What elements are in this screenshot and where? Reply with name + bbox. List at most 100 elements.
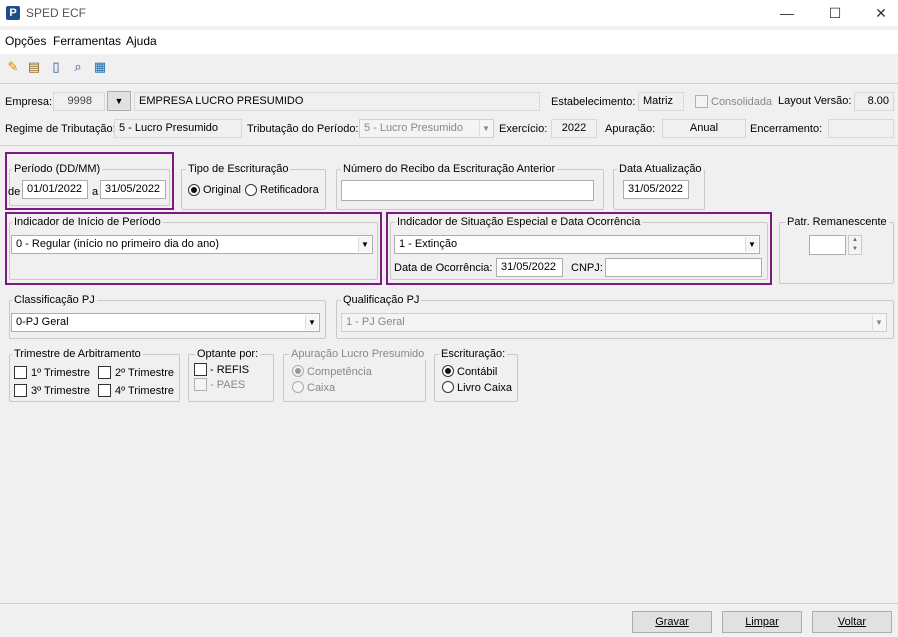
empresa-name-field: EMPRESA LUCRO PRESUMIDO [134, 92, 540, 111]
periodo-title: Período (DD/MM) [12, 163, 103, 175]
trimestre-3-checkbox[interactable] [14, 384, 27, 397]
escrituracao-title: Escrituração: [439, 348, 508, 360]
trimestre-title: Trimestre de Arbitramento [12, 348, 143, 360]
apuracao-field: Anual [662, 119, 746, 138]
data-ocorrencia-label: Data de Ocorrência: [394, 262, 493, 274]
situacao-especial-select[interactable]: 1 - Extinção ▼ [394, 235, 760, 254]
empresa-dropdown-button[interactable]: ▼ [107, 91, 131, 111]
minimize-button[interactable]: — [764, 0, 810, 26]
chevron-down-icon[interactable]: ▼ [745, 237, 758, 252]
gravar-label: Gravar [655, 616, 689, 628]
situacao-especial-value: 1 - Extinção [399, 238, 458, 250]
apuracao-label: Apuração: [605, 123, 656, 135]
chevron-down-icon[interactable]: ▼ [358, 237, 371, 252]
escrituracao-group [434, 354, 518, 402]
qualificacao-select[interactable]: 1 - PJ Geral ▼ [341, 313, 887, 332]
chevron-down-icon[interactable]: ▼ [479, 121, 492, 136]
voltar-label: Voltar [837, 616, 867, 628]
caixa-label: Caixa [307, 382, 336, 394]
layout-versao-label: Layout Versão: [778, 95, 852, 107]
caixa-radio[interactable] [292, 381, 304, 393]
trimestre-4-label: 4º Trimestre [115, 385, 175, 397]
recibo-title: Número do Recibo da Escrituração Anterio… [341, 163, 558, 175]
properties-icon[interactable]: ▤ [26, 59, 42, 75]
estabelecimento-field: Matriz [638, 92, 684, 111]
estabelecimento-label: Estabelecimento: [551, 96, 636, 108]
app-logo-icon: P [6, 6, 20, 20]
cnpj-label: CNPJ: [571, 262, 603, 274]
exercicio-field: 2022 [551, 119, 597, 138]
trimestre-3-label: 3º Trimestre [31, 385, 91, 397]
trimestre-2-label: 2º Trimestre [115, 367, 175, 379]
document-icon[interactable]: ▯ [48, 59, 64, 75]
empresa-label: Empresa: [5, 96, 53, 108]
tributacao-label: Tributação do Período: [247, 123, 359, 135]
competencia-radio[interactable] [292, 365, 304, 377]
qualificacao-value: 1 - PJ Geral [346, 316, 405, 328]
data-ocorrencia-input[interactable]: 31/05/2022 [496, 258, 563, 277]
refis-label: - REFIS [210, 364, 250, 376]
livro-caixa-label: Livro Caixa [457, 382, 513, 394]
periodo-a-input[interactable]: 31/05/2022 [100, 180, 166, 199]
indicador-inicio-value: 0 - Regular (início no primeiro dia do a… [16, 238, 219, 250]
patr-spinner[interactable]: ▲ ▼ [848, 235, 862, 255]
menu-opcoes[interactable]: Opções [5, 34, 46, 48]
gravar-button[interactable]: Gravar [632, 611, 712, 633]
chevron-down-icon[interactable]: ▼ [872, 315, 885, 330]
tributacao-select[interactable]: 5 - Lucro Presumido ▼ [359, 119, 494, 138]
indicador-inicio-title: Indicador de Início de Período [12, 216, 163, 228]
encerramento-label: Encerramento: [750, 123, 823, 135]
chevron-down-icon[interactable]: ▼ [305, 315, 318, 330]
menu-ajuda[interactable]: Ajuda [126, 34, 157, 48]
footer-divider [0, 603, 898, 604]
trimestre-1-checkbox[interactable] [14, 366, 27, 379]
consolidada-label: Consolidada [711, 96, 773, 108]
periodo-a-label: a [92, 186, 99, 198]
paes-checkbox[interactable] [194, 378, 207, 391]
empresa-code-field: 9998 [53, 92, 105, 111]
situacao-especial-title: Indicador de Situação Especial e Data Oc… [395, 216, 643, 228]
optante-title: Optante por: [195, 348, 261, 360]
encerramento-field [828, 119, 894, 138]
patr-title: Patr. Remanescente [785, 216, 889, 228]
contabil-label: Contábil [457, 366, 498, 378]
periodo-de-input[interactable]: 01/01/2022 [22, 180, 88, 199]
qualificacao-title: Qualificação PJ [341, 294, 422, 306]
preview-icon[interactable]: ⌕ [70, 59, 86, 75]
original-label: Original [203, 184, 241, 196]
periodo-de-label: de [8, 186, 21, 198]
classificacao-select[interactable]: 0-PJ Geral ▼ [11, 313, 320, 332]
cnpj-input[interactable] [605, 258, 762, 277]
consolidada-checkbox[interactable] [695, 95, 708, 108]
calculator-icon[interactable]: ▦ [92, 59, 108, 75]
limpar-button[interactable]: Limpar [722, 611, 802, 633]
regime-field: 5 - Lucro Presumido [114, 119, 242, 138]
recibo-input[interactable] [341, 180, 594, 201]
classificacao-value: 0-PJ Geral [16, 316, 69, 328]
indicador-inicio-select[interactable]: 0 - Regular (início no primeiro dia do a… [11, 235, 373, 254]
divider [0, 145, 898, 146]
exercicio-label: Exercício: [499, 123, 548, 135]
competencia-label: Competência [307, 366, 372, 378]
retificadora-radio[interactable] [245, 184, 257, 196]
patr-input[interactable] [809, 235, 846, 255]
refis-checkbox[interactable] [194, 363, 207, 376]
maximize-button[interactable]: ☐ [812, 0, 858, 26]
livro-caixa-radio[interactable] [442, 381, 454, 393]
pencil-icon[interactable]: ✎ [5, 59, 21, 75]
tributacao-value: 5 - Lucro Presumido [364, 122, 464, 134]
data-atualizacao-input[interactable]: 31/05/2022 [623, 180, 689, 199]
apuracao-lp-title: Apuração Lucro Presumido [289, 348, 427, 360]
window-title: SPED ECF [26, 6, 87, 20]
menu-ferramentas[interactable]: Ferramentas [53, 34, 121, 48]
divider [0, 83, 898, 84]
close-button[interactable]: ✕ [858, 0, 898, 26]
trimestre-2-checkbox[interactable] [98, 366, 111, 379]
limpar-label: Limpar [745, 616, 779, 628]
retificadora-label: Retificadora [260, 184, 319, 196]
classificacao-title: Classificação PJ [12, 294, 97, 306]
original-radio[interactable] [188, 184, 200, 196]
trimestre-4-checkbox[interactable] [98, 384, 111, 397]
contabil-radio[interactable] [442, 365, 454, 377]
voltar-button[interactable]: Voltar [812, 611, 892, 633]
